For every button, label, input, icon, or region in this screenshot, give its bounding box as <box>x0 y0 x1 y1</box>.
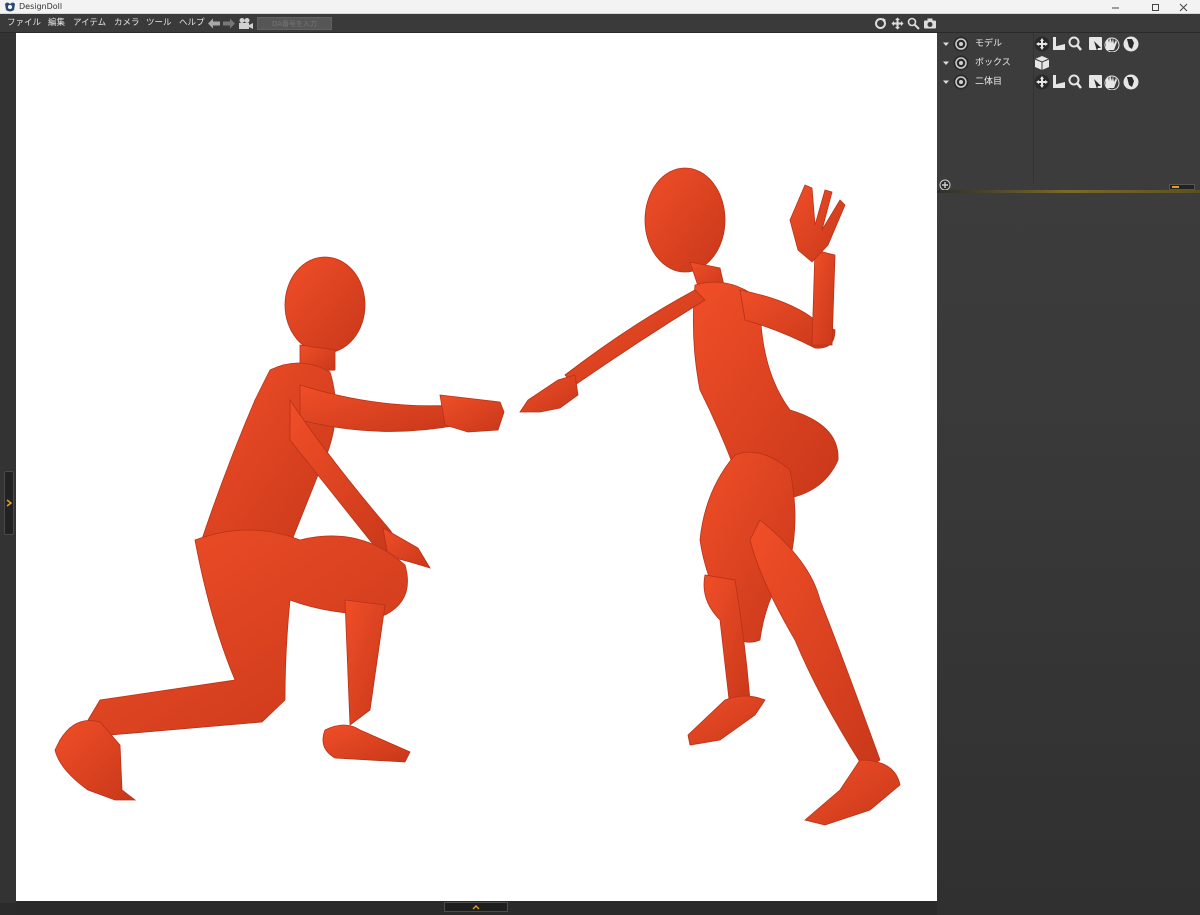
chevron-up-icon <box>472 904 480 909</box>
scene-item-label[interactable]: モデル <box>975 38 1002 50</box>
screenshot-camera-icon[interactable] <box>923 17 937 30</box>
close-button[interactable] <box>1166 0 1200 14</box>
camera-movie-icon[interactable] <box>238 17 254 30</box>
minimize-button[interactable] <box>1098 0 1132 14</box>
menu-help[interactable]: ヘルプ <box>179 18 205 29</box>
kneeling-figure[interactable] <box>54 256 505 801</box>
visibility-eye-icon[interactable] <box>953 55 969 71</box>
maximize-icon <box>1151 3 1159 11</box>
move-icon <box>1034 74 1050 90</box>
move-icon <box>1034 36 1050 52</box>
expand-arrow-icon[interactable] <box>942 59 950 67</box>
forward-arrow-icon[interactable] <box>222 17 236 30</box>
menu-tools[interactable]: ツール <box>146 18 172 29</box>
select-icon <box>1089 75 1102 89</box>
zoom-icon[interactable] <box>907 17 920 30</box>
expand-arrow-icon[interactable] <box>942 40 950 48</box>
da-number-input[interactable] <box>257 17 332 30</box>
scene-item-label[interactable]: 二体目 <box>975 76 1002 88</box>
ik-icon <box>1053 37 1065 50</box>
menu-file[interactable]: ファイル <box>7 18 41 29</box>
kneeling-figure-head <box>284 256 366 354</box>
move-icon[interactable] <box>891 17 904 30</box>
visibility-eye-icon[interactable] <box>953 36 969 52</box>
menu-camera[interactable]: カメラ <box>114 18 140 29</box>
left-panel-toggle[interactable] <box>4 471 14 535</box>
standing-figure[interactable] <box>519 167 901 826</box>
select-icon <box>1089 37 1102 51</box>
bottom-bar <box>16 901 937 915</box>
menu-item[interactable]: アイテム <box>73 18 106 29</box>
back-arrow-icon[interactable] <box>207 17 221 30</box>
hand-grip-icon <box>1123 74 1139 90</box>
scene-item-row[interactable]: ボックス <box>937 54 1200 72</box>
chevron-right-icon <box>6 499 12 507</box>
right-panel: モデル ボックス 二体目 <box>937 33 1200 915</box>
expand-arrow-icon[interactable] <box>942 78 950 86</box>
3d-viewport[interactable] <box>16 33 937 901</box>
model-tool-icons[interactable] <box>1034 74 1150 90</box>
visibility-eye-icon[interactable] <box>953 74 969 90</box>
scene-item-list: モデル ボックス 二体目 <box>937 33 1200 191</box>
left-gutter <box>0 33 16 903</box>
close-icon <box>1179 3 1187 11</box>
menu-edit[interactable]: 編集 <box>48 18 65 29</box>
scene-item-row[interactable]: モデル <box>937 35 1200 53</box>
rotate-icon[interactable] <box>874 17 887 30</box>
hand-grip-icon <box>1123 36 1139 52</box>
figures-canvas <box>54 167 901 826</box>
hand-open-icon <box>1104 37 1120 52</box>
panel-splitter[interactable] <box>937 190 1200 193</box>
box-icon[interactable] <box>1034 55 1052 71</box>
app-logo-icon <box>5 2 15 12</box>
title-bar: DesignDoll <box>0 0 1200 14</box>
app-title: DesignDoll <box>19 2 63 11</box>
zoom-icon <box>1068 36 1082 51</box>
scene-item-label[interactable]: ボックス <box>975 57 1011 69</box>
standing-figure-head <box>644 167 726 273</box>
menu-bar: ファイル 編集 アイテム カメラ ツール ヘルプ <box>0 14 1200 33</box>
ik-icon <box>1053 75 1065 88</box>
bottom-panel-toggle[interactable] <box>444 902 508 912</box>
model-tool-icons[interactable] <box>1034 36 1150 52</box>
scene-item-row[interactable]: 二体目 <box>937 73 1200 91</box>
minimize-icon <box>1111 7 1119 8</box>
hand-open-icon <box>1104 75 1120 90</box>
zoom-icon <box>1068 74 1082 89</box>
